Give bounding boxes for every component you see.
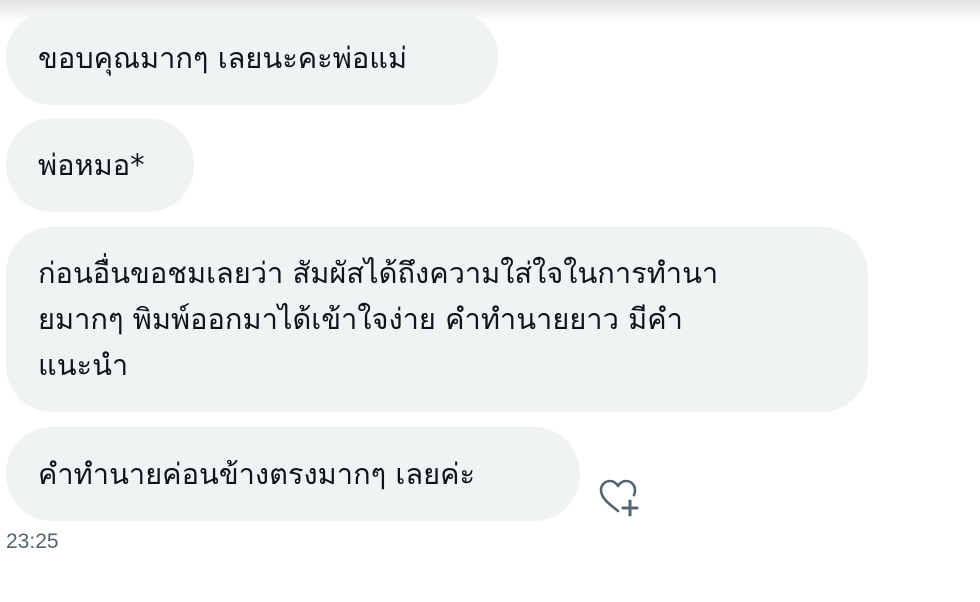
message-bubble[interactable]: คำทำนายค่อนข้างตรงมากๆ เลยค่ะ [6, 427, 580, 521]
message-text-line: แนะนำ [38, 348, 129, 382]
add-reaction-button[interactable] [597, 478, 643, 518]
message-text-line: ก่อนอื่นขอชมเลยว่า สัมผัสได้ถึงความใส่ใจ… [38, 256, 719, 290]
message-text: พ่อหมอ* [38, 148, 145, 182]
heart-plus-icon [599, 479, 639, 517]
message-bubble[interactable]: ก่อนอื่นขอชมเลยว่า สัมผัสได้ถึงความใส่ใจ… [6, 227, 868, 412]
dm-conversation: ขอบคุณมากๆ เลยนะคะพ่อแม่ พ่อหมอ* ก่อนอื่… [0, 0, 980, 602]
message-bubble[interactable]: ขอบคุณมากๆ เลยนะคะพ่อแม่ [6, 10, 498, 105]
message-text-line: ยมากๆ พิมพ์ออกมาได้เข้าใจง่าย คำทำนายยาว… [38, 302, 683, 336]
message-text: ขอบคุณมากๆ เลยนะคะพ่อแม่ [38, 40, 408, 75]
message-timestamp: 23:25 [6, 530, 59, 553]
message-bubble[interactable]: พ่อหมอ* [6, 118, 194, 212]
message-text: คำทำนายค่อนข้างตรงมากๆ เลยค่ะ [38, 457, 476, 491]
